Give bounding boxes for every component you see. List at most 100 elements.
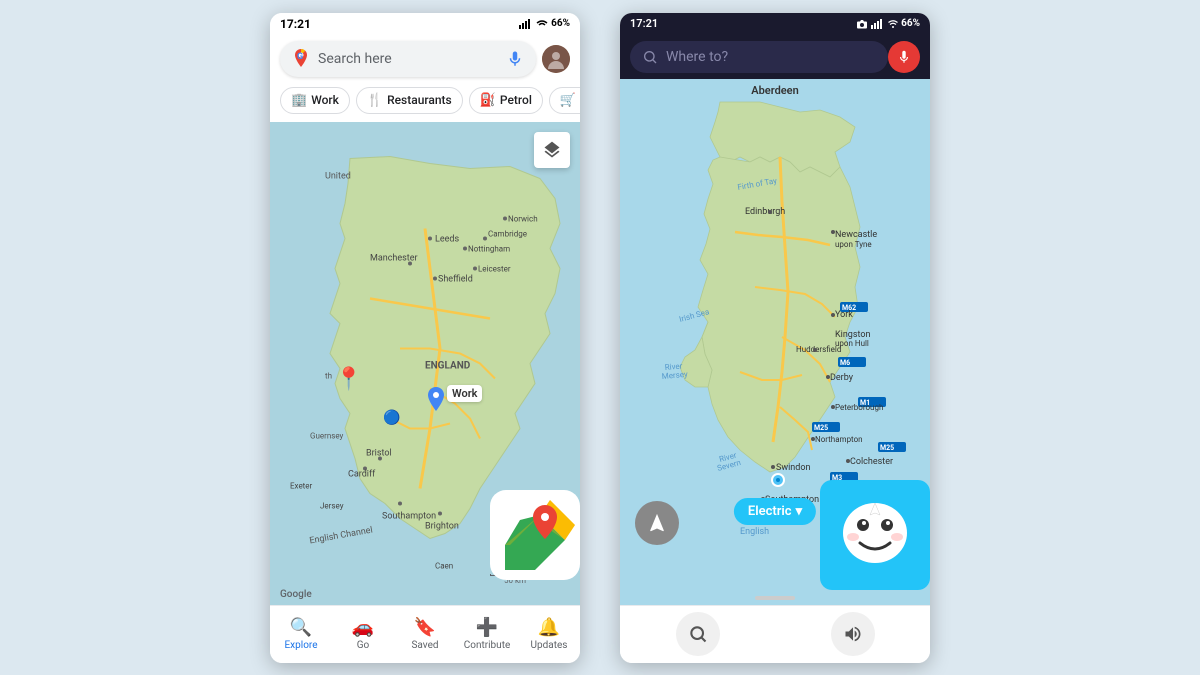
google-map-area[interactable]: Leeds Manchester Sheffield Nottingham Le… bbox=[270, 122, 580, 605]
waze-search-bar[interactable]: Where to? bbox=[620, 35, 930, 79]
google-logo: Google bbox=[280, 589, 312, 600]
chip-groceries[interactable]: 🛒 Groce… bbox=[549, 87, 580, 114]
waze-search-box[interactable]: Where to? bbox=[630, 41, 888, 73]
svg-text:G: G bbox=[297, 52, 303, 62]
nav-contribute[interactable]: ➕ Contribute bbox=[456, 606, 518, 663]
status-bar-waze: 17:21 66% bbox=[620, 13, 930, 35]
waze-wifi-icon bbox=[888, 19, 898, 29]
google-search-bar[interactable]: G Search here bbox=[270, 35, 580, 83]
chip-petrol-label: Petrol bbox=[500, 93, 532, 107]
electric-label: Electric bbox=[748, 504, 792, 519]
petrol-chip-icon: ⛽ bbox=[480, 93, 496, 108]
svg-text:Jersey: Jersey bbox=[320, 501, 344, 510]
svg-text:York: York bbox=[835, 310, 853, 320]
camera-status-icon bbox=[856, 19, 868, 29]
navigate-icon bbox=[646, 512, 668, 534]
svg-text:Norwich: Norwich bbox=[508, 214, 538, 223]
svg-text:Cardiff: Cardiff bbox=[348, 469, 376, 479]
chip-petrol[interactable]: ⛽ Petrol bbox=[469, 87, 543, 114]
svg-text:Guernsey: Guernsey bbox=[310, 431, 344, 440]
google-maps-phone: 17:21 66% bbox=[270, 13, 580, 663]
svg-text:M25: M25 bbox=[814, 424, 828, 432]
contribute-icon: ➕ bbox=[476, 617, 498, 638]
main-container: 17:21 66% bbox=[0, 0, 1200, 675]
svg-text:Nottingham: Nottingham bbox=[468, 244, 510, 253]
svg-text:Derby: Derby bbox=[830, 373, 854, 383]
nav-saved[interactable]: 🔖 Saved bbox=[394, 606, 456, 663]
work-label: Work bbox=[447, 385, 482, 402]
svg-text:th: th bbox=[325, 371, 332, 380]
user-avatar[interactable] bbox=[542, 45, 570, 73]
svg-text:ENGLAND: ENGLAND bbox=[425, 360, 471, 371]
svg-text:Leicester: Leicester bbox=[478, 264, 511, 273]
wifi-icon bbox=[536, 19, 548, 29]
go-icon: 🚗 bbox=[352, 617, 374, 638]
waze-search-placeholder[interactable]: Where to? bbox=[666, 49, 876, 65]
status-bar-google: 17:21 66% bbox=[270, 13, 580, 35]
svg-text:English: English bbox=[740, 527, 769, 537]
google-bottom-nav: 🔍 Explore 🚗 Go 🔖 Saved ➕ Contribute 🔔 Up… bbox=[270, 605, 580, 663]
waze-search-icon bbox=[642, 49, 658, 65]
navigate-button[interactable] bbox=[635, 501, 679, 545]
restaurants-chip-icon: 🍴 bbox=[367, 93, 383, 108]
drag-handle bbox=[755, 596, 795, 600]
map-pin-blue: 🔵 bbox=[383, 410, 400, 426]
electric-dropdown-icon: ▾ bbox=[796, 504, 803, 519]
svg-text:Edinburgh: Edinburgh bbox=[745, 207, 785, 217]
svg-text:Bristol: Bristol bbox=[366, 448, 392, 458]
svg-text:upon Tyne: upon Tyne bbox=[835, 240, 872, 249]
mic-icon[interactable] bbox=[506, 50, 524, 68]
waze-map-area[interactable]: M6 M1 M25 M3 M62 M25 Edinburgh Newcastle… bbox=[620, 79, 930, 605]
google-search-box[interactable]: G Search here bbox=[280, 41, 536, 77]
waze-volume-btn[interactable] bbox=[831, 612, 875, 656]
chip-work[interactable]: 🏢 Work bbox=[280, 87, 350, 114]
nav-contribute-label: Contribute bbox=[464, 640, 511, 651]
layers-button[interactable] bbox=[534, 132, 570, 168]
nav-saved-label: Saved bbox=[411, 640, 438, 651]
waze-mic-icon bbox=[897, 49, 911, 65]
avatar-icon bbox=[542, 45, 570, 73]
svg-text:Huddersfield: Huddersfield bbox=[796, 345, 841, 354]
volume-icon bbox=[843, 624, 863, 644]
chip-restaurants-label: Restaurants bbox=[387, 93, 452, 107]
svg-text:Newcastle: Newcastle bbox=[835, 230, 877, 240]
svg-text:M25: M25 bbox=[880, 444, 894, 452]
signal-icon bbox=[519, 19, 533, 29]
google-battery: 66% bbox=[551, 18, 570, 29]
groceries-chip-icon: 🛒 bbox=[560, 93, 576, 108]
svg-text:M6: M6 bbox=[840, 359, 850, 367]
google-maps-app-icon bbox=[490, 490, 580, 580]
waze-mascot-face bbox=[835, 495, 915, 575]
svg-text:Manchester: Manchester bbox=[370, 253, 418, 263]
nav-updates[interactable]: 🔔 Updates bbox=[518, 606, 580, 663]
google-maps-logo-icon: G bbox=[292, 49, 310, 69]
waze-status-icons: 66% bbox=[856, 18, 920, 29]
nav-go[interactable]: 🚗 Go bbox=[332, 606, 394, 663]
waze-time: 17:21 bbox=[630, 17, 658, 30]
nav-updates-label: Updates bbox=[531, 640, 568, 651]
chip-restaurants[interactable]: 🍴 Restaurants bbox=[356, 87, 463, 114]
google-search-placeholder[interactable]: Search here bbox=[318, 51, 498, 67]
nav-explore[interactable]: 🔍 Explore bbox=[270, 606, 332, 663]
waze-bottom-search-icon bbox=[688, 624, 708, 644]
waze-signal-icon bbox=[871, 19, 885, 29]
waze-mascot bbox=[820, 480, 930, 590]
svg-text:Brighton: Brighton bbox=[425, 521, 459, 531]
layers-icon bbox=[542, 140, 562, 160]
nav-explore-label: Explore bbox=[285, 640, 318, 651]
work-pin: Work bbox=[425, 387, 447, 419]
category-bar: 🏢 Work 🍴 Restaurants ⛽ Petrol 🛒 Groce… bbox=[270, 83, 580, 122]
svg-text:Swindon: Swindon bbox=[776, 463, 810, 473]
work-chip-icon: 🏢 bbox=[291, 93, 307, 108]
waze-search-btn[interactable] bbox=[676, 612, 720, 656]
google-time: 17:21 bbox=[280, 17, 311, 31]
svg-text:Southampton: Southampton bbox=[382, 511, 436, 521]
svg-text:Northampton: Northampton bbox=[815, 435, 863, 444]
saved-icon: 🔖 bbox=[414, 617, 436, 638]
waze-mic-button[interactable] bbox=[888, 41, 920, 73]
waze-phone: 17:21 66% bbox=[620, 13, 930, 663]
nav-go-label: Go bbox=[357, 640, 370, 651]
svg-text:Peterborough: Peterborough bbox=[835, 403, 883, 412]
electric-button[interactable]: Electric ▾ bbox=[734, 498, 816, 525]
chip-work-label: Work bbox=[311, 93, 339, 107]
